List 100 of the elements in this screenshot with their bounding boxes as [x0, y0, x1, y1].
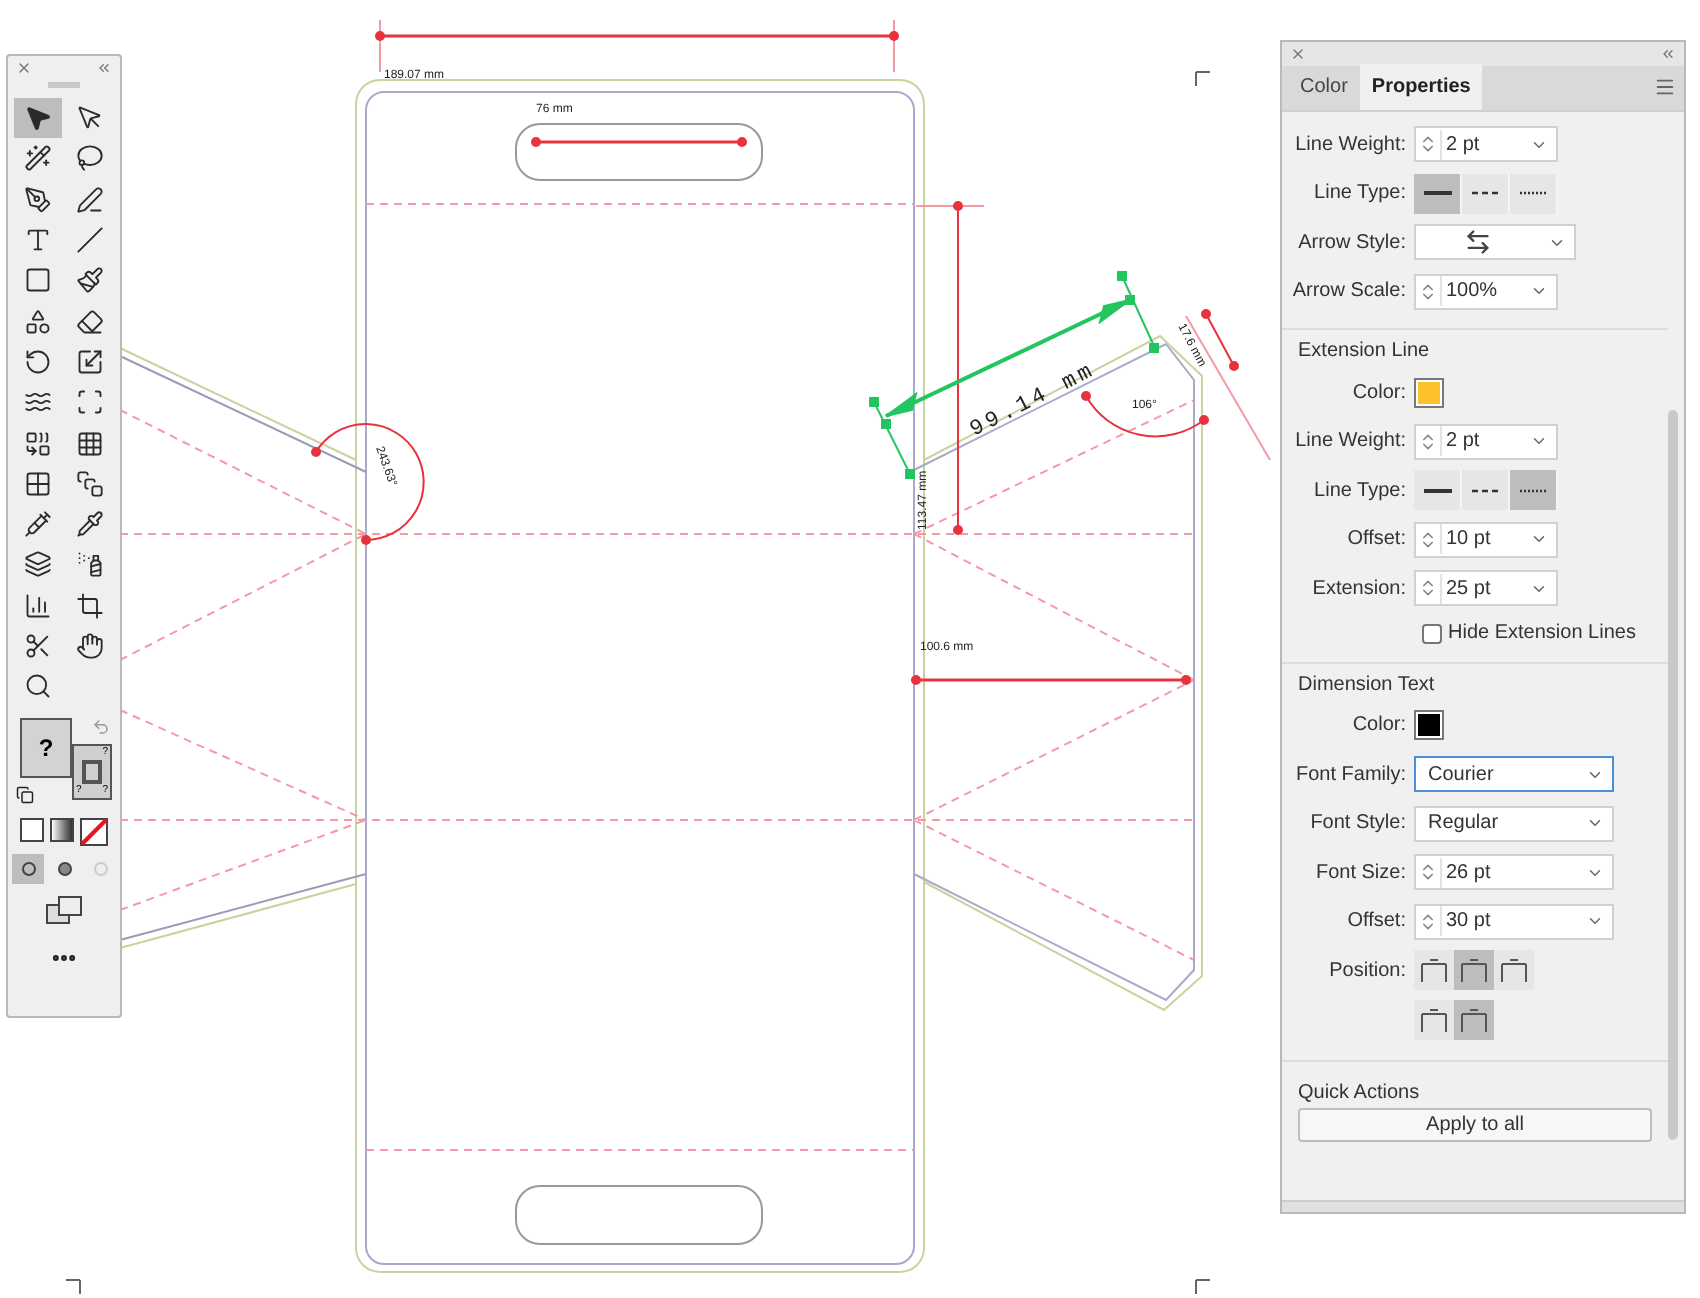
section-title: Extension Line	[1296, 338, 1432, 366]
field-label: Color:	[1350, 379, 1408, 408]
spinner-field[interactable]: 2 pt	[1414, 126, 1558, 163]
position-icon	[1418, 1008, 1450, 1032]
stepper-icon[interactable]	[1418, 529, 1438, 550]
line-style-icon	[1423, 190, 1451, 197]
stepper-icon[interactable]	[1418, 281, 1438, 302]
field-value: 30 pt	[1440, 906, 1578, 937]
pen-icon	[24, 185, 52, 214]
field-label: Arrow Scale:	[1290, 278, 1408, 307]
mesh-icon	[24, 469, 52, 498]
lasso-icon	[76, 144, 104, 173]
stepper-icon[interactable]	[1418, 134, 1438, 155]
color-mode-icon[interactable]	[20, 818, 44, 843]
close-icon[interactable]	[1290, 46, 1306, 62]
field-value: 100%	[1440, 276, 1522, 307]
position-button[interactable]	[1454, 950, 1494, 990]
wand-icon	[24, 144, 52, 173]
line-style-icon	[1519, 190, 1547, 197]
tool-button[interactable]	[14, 98, 62, 139]
position-button[interactable]	[1494, 950, 1534, 990]
eyedropper-icon	[76, 510, 104, 539]
eraser-icon	[76, 307, 104, 336]
color-swatch[interactable]	[1414, 710, 1444, 741]
field-value: 10 pt	[1440, 524, 1522, 555]
field-label: Line Type:	[1312, 180, 1408, 209]
field-label: Font Size:	[1313, 859, 1408, 888]
screen-mode-icon[interactable]	[46, 896, 82, 925]
line-type-button[interactable]	[1414, 173, 1462, 214]
stepper-icon[interactable]	[1418, 578, 1438, 599]
apply-to-all-button[interactable]: Apply to all	[1298, 1108, 1652, 1142]
default-colors-icon[interactable]	[16, 786, 34, 805]
menu-icon[interactable]	[1654, 76, 1676, 98]
collapse-icon[interactable]	[1660, 46, 1676, 62]
font-family-dropdown[interactable]: Courier	[1414, 756, 1614, 793]
field-label: Position:	[1327, 957, 1408, 985]
syringe-icon	[24, 510, 52, 539]
field-label: Extension:	[1310, 575, 1408, 604]
perspective-grid-icon	[76, 429, 104, 458]
field-value: 2 pt	[1440, 129, 1522, 160]
field-label: Offset:	[1345, 526, 1408, 555]
position-button[interactable]	[1414, 1000, 1454, 1040]
line-style-icon	[1423, 487, 1451, 494]
field-label: Line Weight:	[1293, 428, 1408, 457]
selection-arrow-icon	[24, 104, 52, 133]
rotate-icon	[24, 347, 52, 376]
spinner-field[interactable]: 30 pt	[1414, 903, 1614, 940]
brush-icon	[76, 266, 104, 295]
spinner-field[interactable]: 100%	[1414, 273, 1558, 310]
angle-arc	[1081, 391, 1209, 438]
field-value: 26 pt	[1440, 857, 1578, 888]
section-title: Dimension Text	[1296, 671, 1437, 699]
zoom-icon	[24, 672, 52, 701]
scale-icon	[76, 347, 104, 376]
position-button[interactable]	[1454, 1000, 1494, 1040]
warp-icon	[24, 388, 52, 417]
position-icon	[1458, 1008, 1490, 1032]
spinner-field[interactable]: 10 pt	[1414, 521, 1558, 558]
collapse-icon[interactable]	[96, 60, 112, 76]
position-button[interactable]	[1414, 950, 1454, 990]
panel-tab[interactable]: Color	[1288, 64, 1360, 110]
spinner-field[interactable]: 25 pt	[1414, 570, 1558, 607]
color-swatch[interactable]	[1414, 377, 1444, 408]
font-style-dropdown[interactable]: Regular	[1414, 805, 1614, 842]
line-icon	[76, 226, 104, 255]
arrow-icon	[1464, 228, 1492, 257]
section-title: Quick Actions	[1296, 1080, 1422, 1108]
grip-handle[interactable]	[48, 82, 80, 88]
position-icon	[1498, 958, 1530, 982]
spinner-field[interactable]: 2 pt	[1414, 423, 1558, 460]
stepper-icon[interactable]	[1418, 911, 1438, 932]
line-type-button[interactable]	[1414, 470, 1462, 511]
none-mode-icon[interactable]	[80, 818, 108, 847]
field-label: Offset:	[1345, 908, 1408, 937]
arrow-style-dropdown[interactable]	[1414, 224, 1576, 261]
line-style-icon	[1471, 487, 1499, 494]
bar-chart-icon	[24, 591, 52, 620]
field-label: Line Weight:	[1293, 131, 1408, 160]
line-style-icon	[1519, 487, 1547, 494]
stepper-icon[interactable]	[1418, 431, 1438, 452]
field-label: Arrow Style:	[1296, 229, 1408, 258]
gradient-mode-icon[interactable]	[50, 818, 74, 843]
draw-normal-button[interactable]	[12, 854, 44, 885]
stepper-icon[interactable]	[1418, 862, 1438, 883]
rectangle-icon	[24, 266, 52, 295]
close-icon[interactable]	[16, 60, 32, 76]
position-icon	[1418, 958, 1450, 982]
shape-builder-icon	[24, 429, 52, 458]
hide-extension-checkbox[interactable]: Hide Extension Lines	[1422, 618, 1636, 648]
spinner-field[interactable]: 26 pt	[1414, 854, 1614, 891]
field-value: 2 pt	[1440, 426, 1522, 457]
type-icon	[24, 226, 52, 255]
spray-can-icon	[76, 550, 104, 579]
field-label: Line Type:	[1312, 477, 1408, 506]
outline-arrow-icon	[76, 104, 104, 133]
field-value: 25 pt	[1440, 573, 1522, 604]
panel-tab[interactable]: Properties	[1359, 64, 1483, 110]
line-style-icon	[1471, 190, 1499, 197]
position-icon	[1458, 958, 1490, 982]
fill-swatch[interactable]: ?	[20, 718, 72, 779]
